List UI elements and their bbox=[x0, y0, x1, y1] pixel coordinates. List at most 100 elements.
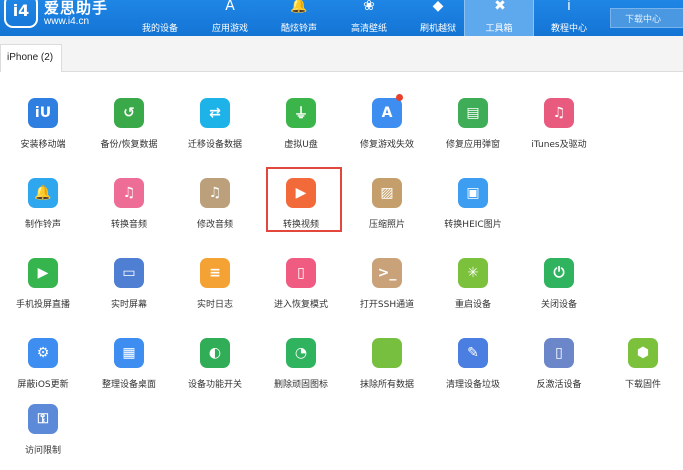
tool-firmware-box[interactable]: ⬢ 下载固件 bbox=[600, 338, 683, 404]
top-navigation-bar: i4 爱思助手 www.i4.cn 我的设备 A 应用游戏 🔔 酷炫铃声 ❀ 高清壁纸 ◆ 刷机… bbox=[0, 0, 683, 36]
delete-icon-pie-icon: ◔ bbox=[286, 338, 316, 368]
audio-convert-icon: ♫ bbox=[114, 178, 144, 208]
download-center-label: 下载中心 bbox=[625, 15, 662, 25]
nav-info[interactable]: i 教程中心 bbox=[534, 0, 604, 36]
tool-label: 实时屏幕 bbox=[110, 300, 147, 310]
download-center-button[interactable]: 下载中心 bbox=[610, 8, 683, 28]
tool-apple-id-card[interactable]: ▤ 修复应用弹窗 bbox=[430, 98, 516, 164]
tool-power[interactable]: ⏻ 关闭设备 bbox=[516, 258, 602, 324]
tool-label: 手机投屏直播 bbox=[15, 300, 70, 310]
tool-photo-compress[interactable]: ▨ 压缩照片 bbox=[344, 178, 430, 244]
heic-convert-icon: ▣ bbox=[458, 178, 488, 208]
app-logo[interactable]: i4 爱思助手 www.i4.cn bbox=[0, 0, 130, 36]
tool-label: 转换音频 bbox=[110, 220, 147, 230]
nav-app-store[interactable]: A 应用游戏 bbox=[195, 0, 265, 36]
cleanup-broom-icon: ✎ bbox=[458, 338, 488, 368]
tool-label: 清理设备垃圾 bbox=[445, 380, 500, 390]
nav-label: 高清壁纸 bbox=[350, 24, 387, 34]
deactivate-device-icon: ▯ bbox=[544, 338, 574, 368]
i4-mobile-icon: iU bbox=[28, 98, 58, 128]
tool-restart[interactable]: ✳ 重启设备 bbox=[430, 258, 516, 324]
tool-i4-mobile[interactable]: iU 安装移动端 bbox=[0, 98, 86, 164]
tool-cleanup-broom[interactable]: ✎ 清理设备垃圾 bbox=[430, 338, 516, 404]
device-tab-label: iPhone (2) bbox=[7, 52, 54, 63]
tool-label: 实时日志 bbox=[196, 300, 233, 310]
tool-desktop-grid[interactable]: ▦ 整理设备桌面 bbox=[86, 338, 172, 404]
erase-apple-icon bbox=[372, 338, 402, 368]
access-restriction-icon: ⚿ bbox=[28, 404, 58, 434]
tool-label: 屏蔽iOS更新 bbox=[17, 380, 69, 390]
tool-label: 下载固件 bbox=[624, 380, 661, 390]
apple-icon bbox=[150, 0, 170, 14]
ssh-terminal-icon: >_ bbox=[372, 258, 402, 288]
function-toggle-icon: ◐ bbox=[200, 338, 230, 368]
itunes-icon: ♫ bbox=[544, 98, 574, 128]
tool-label: 抹除所有数据 bbox=[359, 380, 414, 390]
tool-label: 迁移设备数据 bbox=[187, 140, 242, 150]
tool-monitor[interactable]: ▭ 实时屏幕 bbox=[86, 258, 172, 324]
tool-backup-clock[interactable]: ↺ 备份/恢复数据 bbox=[86, 98, 172, 164]
transfer-devices-icon: ⇄ bbox=[200, 98, 230, 128]
tool-usb-drive[interactable]: ⏚ 虚拟U盘 bbox=[258, 98, 344, 164]
tool-transfer-devices[interactable]: ⇄ 迁移设备数据 bbox=[172, 98, 258, 164]
apple-id-card-icon: ▤ bbox=[458, 98, 488, 128]
tool-label: 重启设备 bbox=[454, 300, 491, 310]
tool-recovery-mode[interactable]: ▯ 进入恢复模式 bbox=[258, 258, 344, 324]
app-store-icon: A bbox=[225, 0, 235, 14]
tool-app-store-repair[interactable]: A 修复游戏失效 bbox=[344, 94, 430, 164]
info-icon: i bbox=[567, 0, 571, 14]
notification-dot bbox=[396, 94, 403, 101]
tool-delete-pie-icon[interactable]: ◔ 删除顽固图标 bbox=[258, 338, 344, 404]
recovery-mode-icon: ▯ bbox=[286, 258, 316, 288]
nav-label: 应用游戏 bbox=[211, 24, 248, 34]
tool-log-document[interactable]: ≡ 实时日志 bbox=[172, 258, 258, 324]
audio-edit-icon: ♫ bbox=[200, 178, 230, 208]
tool-label: iTunes及驱动 bbox=[531, 140, 587, 150]
monitor-icon: ▭ bbox=[114, 258, 144, 288]
nav-dropbox[interactable]: ◆ 刷机越狱 bbox=[403, 0, 473, 36]
tool-function-toggle[interactable]: ◐ 设备功能开关 bbox=[172, 338, 258, 404]
selection-highlight bbox=[266, 167, 342, 232]
flower-icon: ❀ bbox=[363, 0, 375, 14]
nav-label: 刷机越狱 bbox=[419, 24, 456, 34]
tool-label: 关闭设备 bbox=[540, 300, 577, 310]
bell-plus-icon: 🔔 bbox=[28, 178, 58, 208]
tool-access-restriction[interactable]: ⚿ 访问限制 bbox=[0, 404, 86, 470]
nav-label: 教程中心 bbox=[550, 24, 587, 34]
desktop-grid-icon: ▦ bbox=[114, 338, 144, 368]
tool-screen-cast[interactable]: ▶ 手机投屏直播 bbox=[0, 258, 86, 324]
tool-label: 进入恢复模式 bbox=[273, 300, 328, 310]
bell-icon: 🔔 bbox=[290, 0, 308, 14]
nav-flower[interactable]: ❀ 高清壁纸 bbox=[334, 0, 404, 36]
toolbox-icon: ✖ bbox=[494, 0, 506, 14]
nav-label: 工具箱 bbox=[485, 24, 513, 34]
dropbox-icon: ◆ bbox=[432, 0, 444, 14]
tool-ssh-terminal[interactable]: >_ 打开SSH通道 bbox=[344, 258, 430, 324]
tool-audio-edit[interactable]: ♫ 修改音频 bbox=[172, 178, 258, 244]
nav-toolbox[interactable]: ✖ 工具箱 bbox=[464, 0, 534, 36]
app-url: www.i4.cn bbox=[44, 16, 90, 27]
photo-compress-icon: ▨ bbox=[372, 178, 402, 208]
tool-label: 打开SSH通道 bbox=[359, 300, 415, 310]
tool-heic-convert[interactable]: ▣ 转换HEIC图片 bbox=[430, 178, 516, 244]
tool-label: 制作铃声 bbox=[24, 220, 61, 230]
device-tab-bar: iPhone (2) bbox=[0, 36, 683, 72]
tool-label: 安装移动端 bbox=[20, 140, 66, 150]
tool-block-update-gear[interactable]: ⚙ 屏蔽iOS更新 bbox=[0, 338, 86, 404]
log-document-icon: ≡ bbox=[200, 258, 230, 288]
tool-audio-convert[interactable]: ♫ 转换音频 bbox=[86, 178, 172, 244]
nav-bell[interactable]: 🔔 酷炫铃声 bbox=[264, 0, 334, 36]
tool-bell-plus[interactable]: 🔔 制作铃声 bbox=[0, 178, 86, 244]
tool-itunes[interactable]: ♫ iTunes及驱动 bbox=[516, 98, 602, 164]
screen-cast-icon: ▶ bbox=[28, 258, 58, 288]
app-store-repair-icon: A bbox=[372, 98, 402, 128]
tool-label: 设备功能开关 bbox=[187, 380, 242, 390]
tool-label: 修复应用弹窗 bbox=[445, 140, 500, 150]
backup-clock-icon: ↺ bbox=[114, 98, 144, 128]
nav-apple[interactable]: 我的设备 bbox=[125, 0, 195, 36]
tool-erase-apple[interactable]: 抹除所有数据 bbox=[344, 338, 430, 404]
tool-label: 转换HEIC图片 bbox=[444, 220, 502, 230]
tool-label: 反激活设备 bbox=[536, 380, 582, 390]
tool-deactivate-device[interactable]: ▯ 反激活设备 bbox=[516, 338, 602, 404]
device-tab-iphone[interactable]: iPhone (2) bbox=[0, 44, 62, 72]
